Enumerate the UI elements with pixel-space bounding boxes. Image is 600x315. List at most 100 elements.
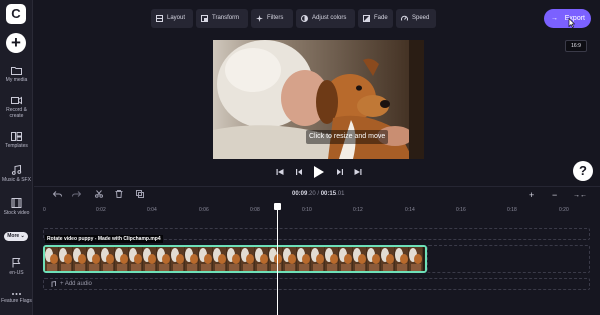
clip-thumbnail [339,247,354,271]
skip-back-icon [276,169,284,175]
redo-icon [72,191,82,197]
clip-thumbnail [73,247,88,271]
redo-button[interactable] [72,190,82,200]
color-adjust-icon [301,15,308,22]
duplicate-button[interactable] [136,190,144,200]
split-button[interactable] [95,190,103,200]
transform-button[interactable]: Transform [196,9,248,28]
clip-thumbnail [241,247,256,271]
more-button[interactable]: More ⌄ [4,232,28,241]
sidebar-item-stock-video[interactable]: Stock video [0,198,33,216]
play-icon [314,166,324,178]
music-icon [11,165,22,175]
clip-thumbnail [367,247,382,271]
ruler-tick: 0:14 [405,207,415,213]
create-button[interactable]: + [6,33,26,53]
clip-thumbnail [325,247,340,271]
layout-icon [156,15,163,22]
sidebar-item-templates[interactable]: Templates [0,132,33,149]
folder-icon [11,67,22,75]
ruler-tick: 0:08 [250,207,260,213]
help-button[interactable]: ? [573,161,593,181]
ruler-tick: 0:20 [559,207,569,213]
aspect-ratio-button[interactable]: 16:9 [565,40,587,52]
clip-thumbnail [395,247,410,271]
undo-button[interactable] [52,190,62,200]
transform-icon [201,15,208,22]
filters-button[interactable]: Filters [251,9,293,28]
zoom-in-button[interactable]: + [529,190,534,200]
clip-thumbnail [129,247,144,271]
clip-thumbnail [255,247,270,271]
ruler-tick: 0 [43,207,46,213]
left-sidebar: C + My media Record & create Templates M… [0,0,33,315]
zoom-out-button[interactable]: − [552,190,557,200]
clip-thumbnail [45,247,60,271]
clip-thumbnails [45,247,425,271]
flag-icon [12,258,21,268]
language-selector[interactable]: en-US [0,258,33,276]
ruler-tick: 0:18 [507,207,517,213]
rewind-icon [296,169,302,175]
clip-title: Rotate video puppy - Made with Clipchamp… [45,235,163,243]
clip-thumbnail [353,247,368,271]
ruler-tick: 0:04 [147,207,157,213]
clip-thumbnail [283,247,298,271]
layout-button[interactable]: Layout [151,9,193,28]
timecode: 00:09.20 / 00:15.01 [292,191,345,197]
delete-button[interactable] [115,190,123,200]
fast-forward-icon [337,169,343,175]
feature-flags[interactable]: Feature Flags [0,292,33,304]
clip-thumbnail [213,247,228,271]
clip-thumbnail [157,247,172,271]
duplicate-icon [136,190,144,198]
export-arrow-icon: → [551,15,558,22]
templates-icon [11,132,22,141]
clip-thumbnail [381,247,396,271]
clip-thumbnail [227,247,242,271]
playhead[interactable] [277,205,278,315]
clip-thumbnail [269,247,284,271]
audio-track[interactable] [43,278,590,290]
rewind-button[interactable] [295,168,303,179]
ruler-tick: 0:16 [456,207,466,213]
sidebar-item-music-sfx[interactable]: Music & SFX [0,165,33,183]
scissors-icon [95,190,103,198]
music-note-icon [51,281,56,287]
speed-button[interactable]: Speed [396,9,436,28]
resize-hint: Click to resize and move [306,130,389,144]
ruler-tick: 0:06 [199,207,209,213]
video-editor: C + My media Record & create Templates M… [0,0,600,315]
fast-forward-button[interactable] [336,168,344,179]
clip-thumbnail [59,247,74,271]
skip-forward-button[interactable] [354,168,362,179]
playhead-handle[interactable] [274,203,281,210]
trash-icon [115,190,123,198]
add-audio-button[interactable]: + Add audio [60,281,92,287]
clip-thumbnail [185,247,200,271]
clip-thumbnail [297,247,312,271]
clip-thumbnail [311,247,326,271]
clip-thumbnail [409,247,424,271]
dots-icon [12,293,21,295]
film-icon [11,198,22,208]
skip-forward-icon [354,169,362,175]
mouse-pointer-icon [568,18,575,28]
undo-icon [52,191,62,197]
sidebar-item-record-create[interactable]: Record & create [0,96,33,119]
sidebar-item-my-media[interactable]: My media [0,66,33,83]
sparkle-icon [256,15,263,22]
video-track-dropzone[interactable] [427,245,590,273]
skip-back-button[interactable] [276,168,284,179]
clipchamp-logo[interactable]: C [6,4,26,24]
adjust-colors-button[interactable]: Adjust colors [296,9,355,28]
ruler-tick: 0:10 [302,207,312,213]
fit-timeline-button[interactable]: →← [573,192,587,199]
clip-thumbnail [87,247,102,271]
clip-thumbnail [199,247,214,271]
video-clip[interactable] [43,245,427,273]
fade-button[interactable]: Fade [358,9,393,28]
clip-thumbnail [143,247,158,271]
more-label: More [7,233,20,239]
play-button[interactable] [313,165,325,182]
